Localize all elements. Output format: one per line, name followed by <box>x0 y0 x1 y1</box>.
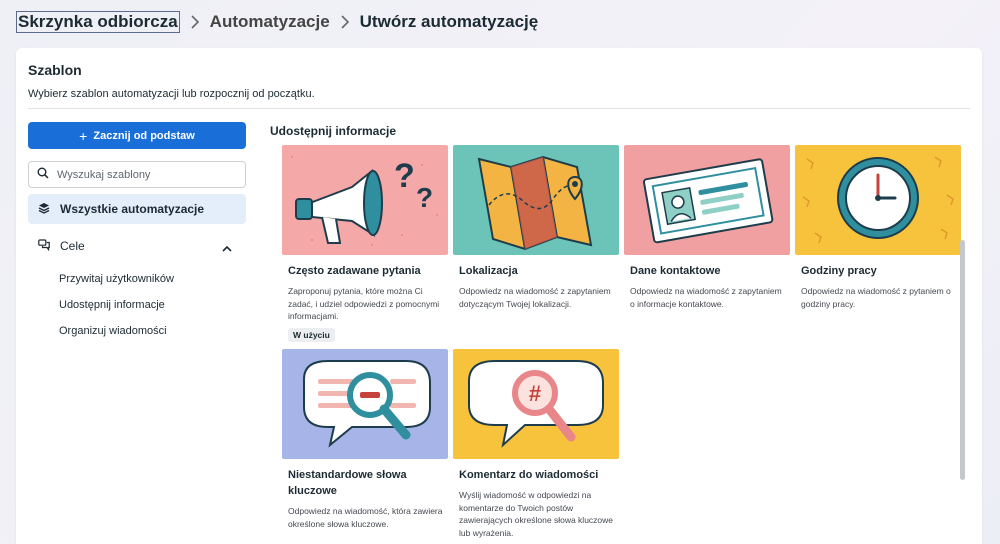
card-description: Odpowiedz na wiadomość z pytaniem o godz… <box>801 286 951 309</box>
svg-text:#: # <box>529 381 541 406</box>
clock-illustration <box>795 145 961 255</box>
sidebar-item-organize-messages[interactable]: Organizuj wiadomości <box>28 318 246 344</box>
chevron-right-icon <box>190 15 200 29</box>
keywords-illustration <box>282 349 448 459</box>
svg-text:?: ? <box>416 182 433 213</box>
start-from-scratch-label: Zacznij od podstaw <box>93 129 195 142</box>
breadcrumb-inbox-link[interactable]: Skrzynka odbiorcza <box>16 11 180 33</box>
scrollbar[interactable] <box>960 240 965 480</box>
start-from-scratch-button[interactable]: + Zacznij od podstaw <box>28 122 246 149</box>
breadcrumb-current: Utwórz automatyzację <box>359 12 539 31</box>
template-cards-grid: ? ? Często zadawane pytania Zaproponuj p… <box>282 145 972 544</box>
divider <box>28 108 970 109</box>
template-card-location[interactable]: Lokalizacja Odpowiedz na wiadomość z zap… <box>453 145 619 310</box>
card-description: Odpowiedz na wiadomość z zapytaniem o in… <box>630 286 782 309</box>
chevron-right-icon <box>340 15 350 29</box>
template-card-contact[interactable]: Dane kontaktowe Odpowiedz na wiadomość z… <box>624 145 790 310</box>
search-box[interactable] <box>28 161 246 188</box>
card-title: Dane kontaktowe <box>630 265 721 277</box>
template-card-hours[interactable]: Godziny pracy Odpowiedz na wiadomość z p… <box>795 145 961 310</box>
chat-bubbles-icon <box>38 238 50 254</box>
panel-title: Szablon <box>28 62 82 78</box>
in-use-badge: W użyciu <box>288 327 335 342</box>
sidebar-item-welcome-users[interactable]: Przywitaj użytkowników <box>28 266 246 292</box>
breadcrumb: Skrzynka odbiorcza Automatyzacje Utwórz … <box>16 11 538 33</box>
stack-icon <box>38 202 50 217</box>
map-illustration <box>453 145 619 255</box>
sidebar-group-goals[interactable]: Cele <box>28 232 246 260</box>
card-title: Komentarz do wiadomości <box>459 469 599 481</box>
card-title: Lokalizacja <box>459 265 518 277</box>
panel-header: Szablon Wybierz szablon automatyzacji lu… <box>16 48 982 100</box>
svg-text:?: ? <box>394 157 415 195</box>
template-card-faq[interactable]: ? ? Często zadawane pytania Zaproponuj p… <box>282 145 448 343</box>
sidebar-item-label: Wszystkie automatyzacje <box>60 202 205 216</box>
sidebar-item-share-info[interactable]: Udostępnij informacje <box>28 292 246 318</box>
search-icon <box>37 166 49 184</box>
panel-subtitle: Wybierz szablon automatyzacji lub rozpoc… <box>28 88 315 100</box>
card-description: Odpowiedz na wiadomość z zapytaniem doty… <box>459 286 611 309</box>
sidebar-item-all-automations[interactable]: Wszystkie automatyzacje <box>28 194 246 224</box>
card-description: Zaproponuj pytania, które można Ci zadać… <box>288 286 440 321</box>
template-panel: Szablon Wybierz szablon automatyzacji lu… <box>16 48 982 544</box>
card-title: Niestandardowe słowa kluczowe <box>288 469 407 497</box>
template-sidebar: + Zacznij od podstaw Wszystkie automatyz… <box>28 122 246 344</box>
template-card-comment[interactable]: # Komentarz do wiadomości Wyślij wiadomo… <box>453 349 619 539</box>
card-description: Odpowiedz na wiadomość, która zawiera ok… <box>288 506 443 529</box>
chevron-up-icon[interactable] <box>222 241 232 255</box>
card-description: Wyślij wiadomość w odpowiedzi na komenta… <box>459 490 614 538</box>
template-card-keywords[interactable]: Niestandardowe słowa kluczowe Odpowiedz … <box>282 349 448 530</box>
card-title: Często zadawane pytania <box>288 265 421 277</box>
section-title: Udostępnij informacje <box>270 124 397 138</box>
card-title: Godziny pracy <box>801 265 877 277</box>
sidebar-group-label: Cele <box>60 239 85 253</box>
search-input[interactable] <box>57 168 227 181</box>
plus-icon: + <box>79 127 88 144</box>
contact-card-illustration <box>624 145 790 255</box>
faq-illustration: ? ? <box>282 145 448 255</box>
breadcrumb-automations-link[interactable]: Automatyzacje <box>210 12 330 32</box>
comment-illustration: # <box>453 349 619 459</box>
